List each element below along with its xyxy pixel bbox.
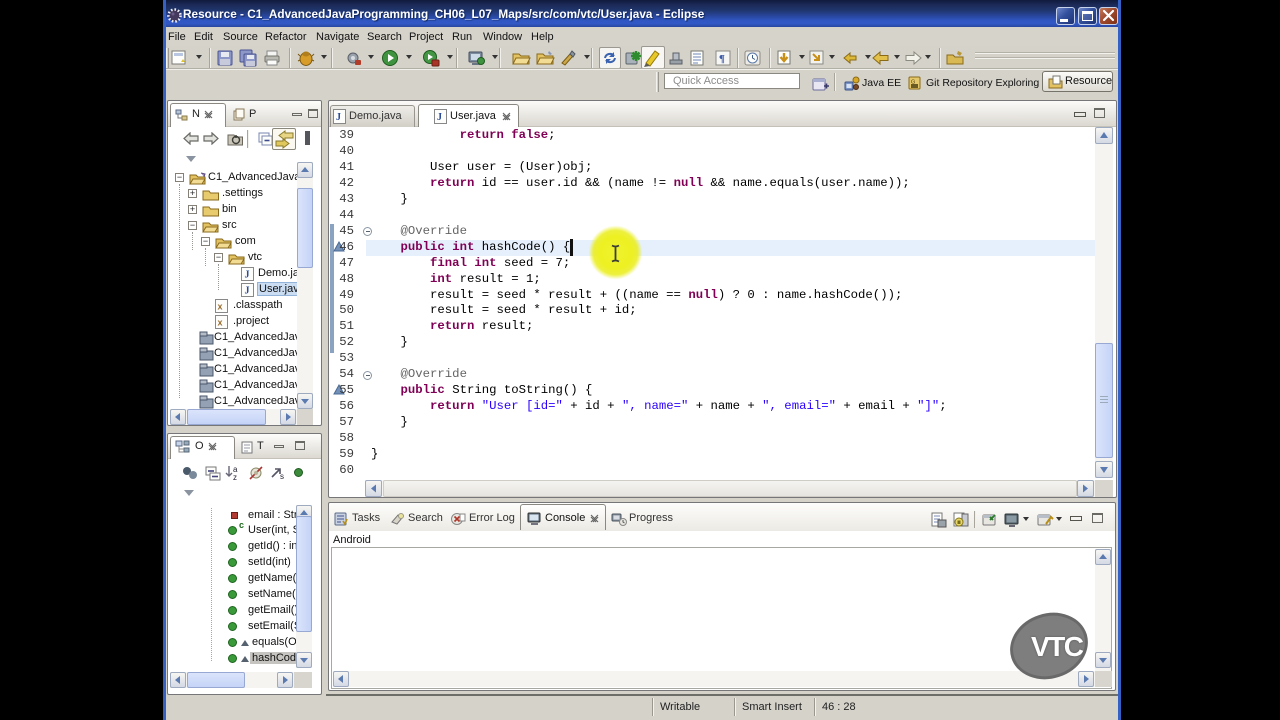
svg-text:VTC: VTC xyxy=(1031,631,1084,662)
svg-text:x: x xyxy=(218,301,223,311)
svg-text:J: J xyxy=(437,112,442,123)
svg-text:G: G xyxy=(911,80,915,86)
svg-text:J: J xyxy=(245,269,250,280)
svg-text:z: z xyxy=(233,473,237,481)
svg-text:s: s xyxy=(280,472,284,481)
svg-text:J: J xyxy=(336,112,341,123)
svg-text:¶: ¶ xyxy=(719,53,725,65)
svg-text:J: J xyxy=(245,285,250,296)
svg-text:x: x xyxy=(218,317,223,327)
